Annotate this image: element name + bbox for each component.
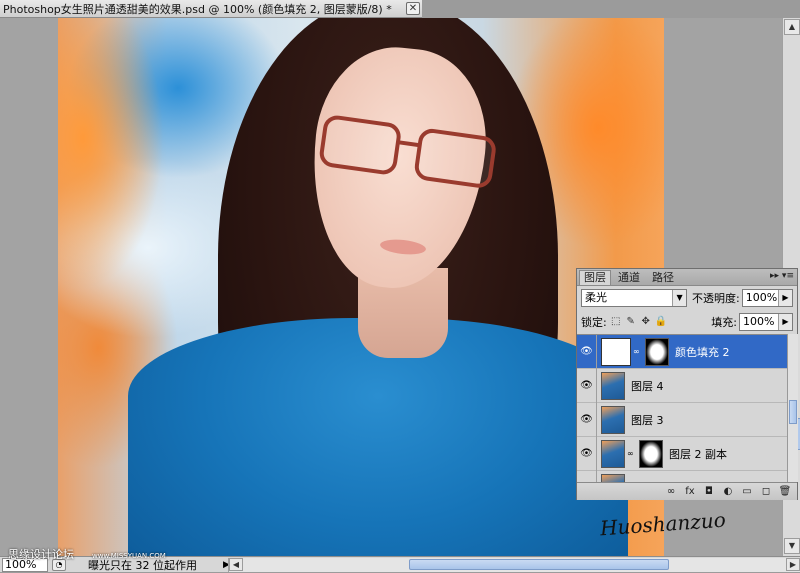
fill-value: 100%: [743, 315, 775, 328]
layer-name: 图层 3: [631, 413, 664, 427]
lock-label: 锁定:: [581, 316, 607, 329]
lens-left: [317, 113, 403, 177]
new-layer-icon[interactable]: ◻: [758, 485, 774, 499]
layer-row-layer-4[interactable]: 👁 图层 4: [577, 368, 787, 403]
document-title-bar: Photoshop女生照片通透甜美的效果.psd @ 100% (颜色填充 2,…: [0, 0, 422, 18]
new-group-icon[interactable]: ▭: [739, 485, 755, 499]
lock-all-icon[interactable]: 🔒: [655, 316, 667, 328]
horizontal-scrollbar[interactable]: ◀ ▶: [228, 558, 800, 572]
lock-pixels-icon[interactable]: ✎: [625, 316, 637, 328]
eye-icon[interactable]: 👁: [577, 402, 597, 437]
opacity-arrow-icon[interactable]: ▶: [778, 290, 792, 306]
layers-list: 👁 ∞ 颜色填充 2 👁 图层 4 👁 图层 3 👁 ∞ 图层 2 副本 👁: [577, 334, 787, 482]
blend-row: 柔光 ▼ 不透明度: 100% ▶: [577, 286, 797, 310]
layer-row-layer-2-copy[interactable]: 👁 ∞ 图层 2 副本: [577, 436, 787, 471]
lens-right: [413, 127, 498, 190]
link-layers-icon[interactable]: ∞: [663, 485, 679, 499]
layer-thumbnail: [601, 405, 625, 434]
document-title: Photoshop女生照片通透甜美的效果.psd @ 100% (颜色填充 2,…: [3, 2, 392, 16]
panel-menu-icon[interactable]: ▸▸ ▾≡: [770, 271, 794, 281]
opacity-value: 100%: [745, 291, 778, 304]
panel-tab-bar: 图层 通道 路径 ▸▸ ▾≡: [577, 269, 797, 286]
layers-scrollbar[interactable]: [787, 334, 798, 482]
horizontal-scroll-thumb[interactable]: [409, 559, 669, 570]
eye-icon[interactable]: 👁: [577, 470, 597, 482]
blend-mode-value: 柔光: [585, 291, 607, 304]
site-url-watermark: www.MISSYUAN.COM: [92, 552, 166, 560]
tab-layers[interactable]: 图层: [579, 270, 611, 285]
fx-icon[interactable]: fx: [682, 485, 698, 499]
fill-arrow-icon[interactable]: ▶: [778, 314, 792, 330]
lock-icons: ⬚ ✎ ✥ 🔒: [610, 316, 670, 328]
layer-row-color-fill-2[interactable]: 👁 ∞ 颜色填充 2: [577, 335, 787, 369]
layer-row-partial[interactable]: 👁: [577, 470, 787, 482]
layer-thumbnail: [601, 439, 625, 468]
blend-mode-select[interactable]: 柔光 ▼: [581, 289, 688, 307]
lock-position-icon[interactable]: ✥: [640, 316, 652, 328]
opacity-label: 不透明度:: [692, 292, 740, 305]
layer-mask-thumbnail[interactable]: [645, 337, 669, 366]
fill-field[interactable]: 100% ▶: [739, 313, 793, 331]
scroll-up-icon[interactable]: ▲: [784, 19, 800, 35]
link-icon[interactable]: ∞: [633, 347, 641, 356]
tab-paths[interactable]: 路径: [647, 270, 679, 285]
scroll-down-icon[interactable]: ▼: [784, 538, 800, 554]
trash-icon[interactable]: 🗑: [777, 485, 793, 499]
tab-channels[interactable]: 通道: [613, 270, 645, 285]
layer-mask-thumbnail[interactable]: [639, 439, 663, 468]
fill-label: 填充:: [711, 316, 737, 329]
photo-canvas[interactable]: [58, 18, 664, 556]
layers-panel: 图层 通道 路径 ▸▸ ▾≡ 柔光 ▼ 不透明度: 100% ▶ 锁定: ⬚ ✎…: [576, 268, 798, 500]
opacity-field[interactable]: 100% ▶: [741, 289, 793, 307]
lock-transparency-icon[interactable]: ⬚: [610, 316, 622, 328]
layer-name: 图层 4: [631, 379, 664, 393]
chevron-down-icon[interactable]: ▼: [672, 290, 687, 306]
add-mask-icon[interactable]: ◘: [701, 485, 717, 499]
scroll-left-icon[interactable]: ◀: [229, 558, 243, 571]
layer-name: 颜色填充 2: [675, 345, 730, 359]
layer-row-layer-3[interactable]: 👁 图层 3: [577, 402, 787, 437]
layers-panel-footer: ∞ fx ◘ ◐ ▭ ◻ 🗑: [577, 482, 797, 500]
layers-scroll-thumb[interactable]: [789, 400, 797, 424]
scroll-right-icon[interactable]: ▶: [786, 558, 800, 571]
eye-icon[interactable]: 👁: [577, 335, 597, 369]
close-icon[interactable]: ✕: [406, 2, 420, 15]
lock-row: 锁定: ⬚ ✎ ✥ 🔒 填充: 100% ▶: [577, 310, 797, 334]
layer-name: 图层 2 副本: [669, 447, 727, 461]
eye-icon[interactable]: 👁: [577, 368, 597, 403]
layer-thumbnail: [601, 473, 625, 482]
adjustment-layer-icon[interactable]: ◐: [720, 485, 736, 499]
link-icon[interactable]: ∞: [627, 449, 635, 458]
site-watermark: 思缘设计论坛: [8, 548, 74, 561]
layer-thumbnail: [601, 337, 631, 366]
eye-icon[interactable]: 👁: [577, 436, 597, 471]
layer-thumbnail: [601, 371, 625, 400]
